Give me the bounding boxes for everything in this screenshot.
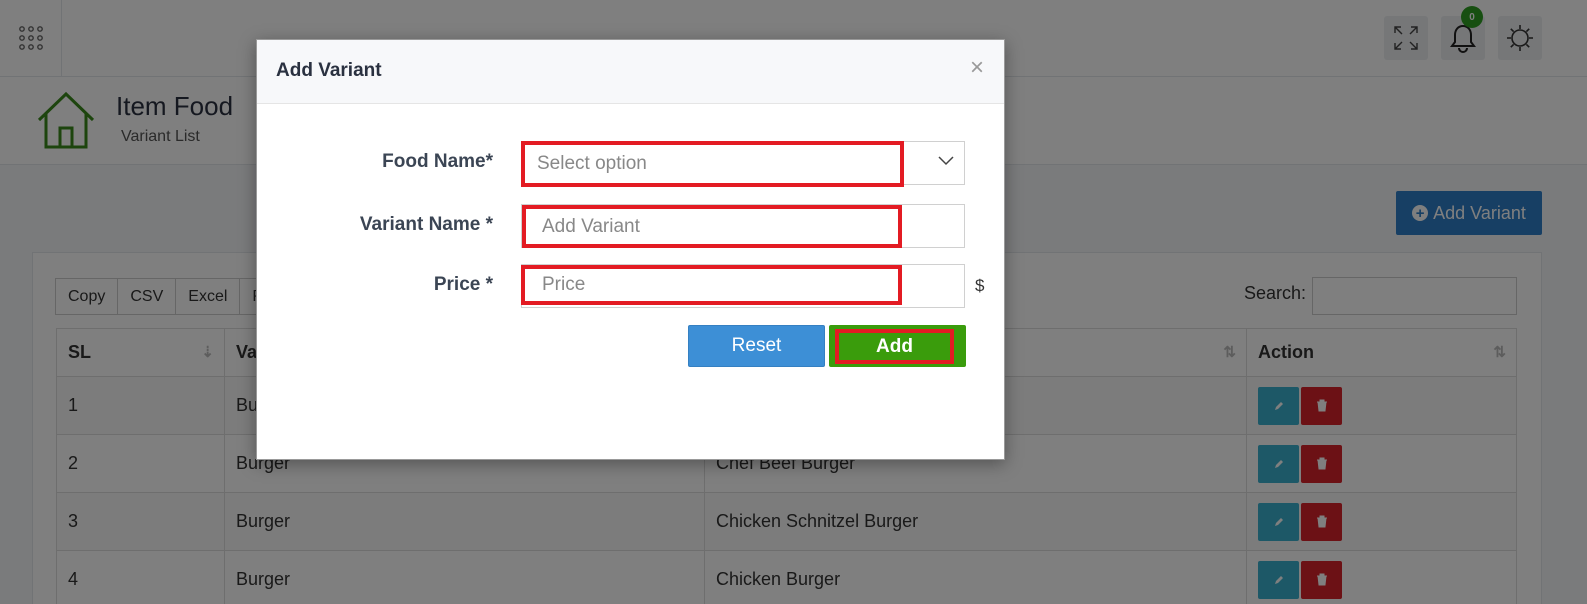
add-variant-modal: Add Variant × Food Name* Select option V… (256, 39, 1005, 460)
price-label: Price * (433, 274, 493, 295)
close-icon[interactable]: × (970, 56, 984, 80)
variant-name-label: Variant Name * (359, 214, 493, 235)
add-button-label: Add (835, 329, 954, 364)
currency-symbol: $ (975, 276, 985, 295)
food-name-select[interactable]: Select option (521, 141, 904, 187)
chevron-down-icon (938, 156, 954, 166)
add-button[interactable]: Add (829, 325, 966, 367)
modal-header: Add Variant × (257, 40, 1004, 104)
modal-title: Add Variant (276, 60, 382, 81)
reset-button[interactable]: Reset (688, 325, 825, 367)
price-input[interactable]: Price (521, 265, 902, 305)
variant-name-input[interactable]: Add Variant (522, 205, 902, 248)
food-name-label: Food Name* (382, 151, 493, 172)
